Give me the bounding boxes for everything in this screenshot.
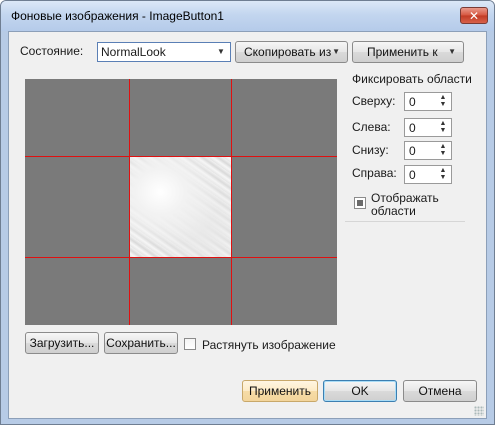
close-icon: ✕ xyxy=(468,8,480,23)
top-spinbox[interactable]: 0 ▲ ▼ xyxy=(404,92,452,111)
state-combobox[interactable]: NormalLook ▼ xyxy=(97,42,231,62)
spin-arrows-icon[interactable]: ▲ ▼ xyxy=(438,167,448,181)
top-label: Сверху: xyxy=(352,94,396,108)
dialog-window: Фоновые изображения - ImageButton1 ✕ Сос… xyxy=(0,0,495,425)
fix-areas-heading: Фиксировать области xyxy=(352,72,472,86)
left-value: 0 xyxy=(409,121,416,135)
state-label: Состояние: xyxy=(20,44,84,58)
right-label: Справа: xyxy=(352,166,397,180)
copy-from-button[interactable]: Скопировать из ▼ xyxy=(235,41,348,63)
apply-to-button[interactable]: Применить к ▼ xyxy=(352,41,464,63)
bottom-label: Снизу: xyxy=(352,143,389,157)
right-value: 0 xyxy=(409,168,416,182)
window-title: Фоновые изображения - ImageButton1 xyxy=(11,9,224,23)
show-areas-label-line1: Отображать xyxy=(371,191,439,205)
spin-arrows-icon[interactable]: ▲ ▼ xyxy=(438,143,448,157)
apply-to-label: Применить к xyxy=(367,45,438,59)
spin-arrows-icon[interactable]: ▲ ▼ xyxy=(438,94,448,108)
cancel-label: Отмена xyxy=(418,384,462,398)
bottom-guide-line[interactable] xyxy=(25,257,337,258)
top-value: 0 xyxy=(409,95,416,109)
save-button[interactable]: Сохранить... xyxy=(104,332,178,354)
apply-button[interactable]: Применить xyxy=(242,380,318,402)
left-spinbox[interactable]: 0 ▲ ▼ xyxy=(404,118,452,137)
bottom-spinbox[interactable]: 0 ▲ ▼ xyxy=(404,141,452,160)
stretch-image-label: Растянуть изображение xyxy=(202,338,336,352)
chevron-down-icon: ▼ xyxy=(217,47,225,56)
right-guide-line[interactable] xyxy=(231,79,232,325)
separator xyxy=(345,221,465,222)
dialog-client-area: Состояние: NormalLook ▼ Скопировать из ▼… xyxy=(8,31,487,419)
show-areas-label: Отображать области xyxy=(371,192,439,218)
show-areas-label-line2: области xyxy=(371,204,416,218)
apply-label: Применить xyxy=(248,384,311,398)
left-guide-line[interactable] xyxy=(129,79,130,325)
title-bar[interactable]: Фоновые изображения - ImageButton1 ✕ xyxy=(1,1,494,31)
chevron-down-icon: ▼ xyxy=(448,47,456,56)
resize-grip-icon[interactable] xyxy=(474,406,484,416)
image-preview[interactable] xyxy=(25,79,337,325)
save-label: Сохранить... xyxy=(106,336,176,350)
show-areas-checkbox[interactable] xyxy=(354,197,366,209)
cancel-button[interactable]: Отмена xyxy=(403,380,477,402)
load-button[interactable]: Загрузить... xyxy=(25,332,99,354)
background-image xyxy=(130,157,231,257)
top-guide-line[interactable] xyxy=(25,156,337,157)
ok-label: OK xyxy=(351,384,369,398)
load-label: Загрузить... xyxy=(29,336,95,350)
left-label: Слева: xyxy=(352,120,391,134)
ok-button[interactable]: OK xyxy=(323,380,397,402)
close-button[interactable]: ✕ xyxy=(460,7,488,24)
spin-arrows-icon[interactable]: ▲ ▼ xyxy=(438,120,448,134)
stretch-image-checkbox[interactable] xyxy=(184,338,196,350)
state-value: NormalLook xyxy=(101,45,166,59)
right-spinbox[interactable]: 0 ▲ ▼ xyxy=(404,165,452,184)
bottom-value: 0 xyxy=(409,144,416,158)
chevron-down-icon: ▼ xyxy=(332,47,340,56)
copy-from-label: Скопировать из xyxy=(244,45,332,59)
